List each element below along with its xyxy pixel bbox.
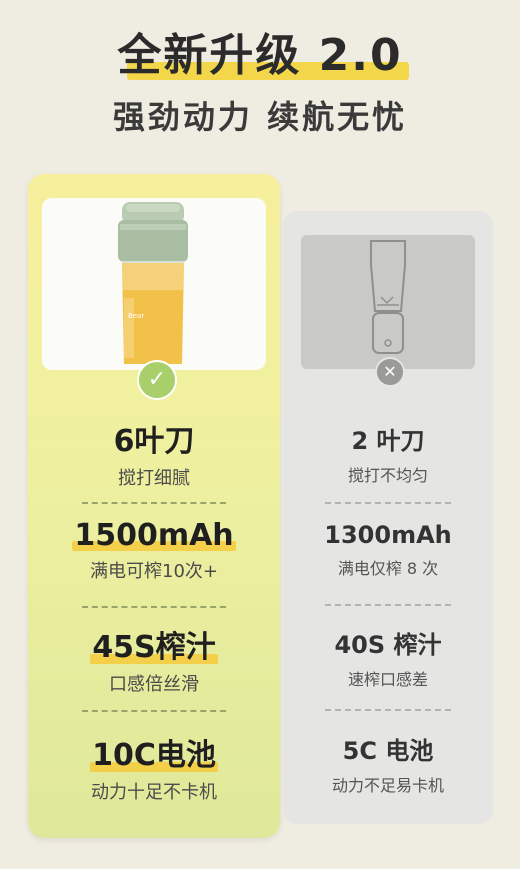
divider	[82, 502, 226, 504]
feature-sub: 速榨口感差	[347, 670, 428, 689]
feature-sub: 满电仅榨 8 次	[337, 559, 439, 578]
divider	[325, 604, 451, 606]
old-feature-blades: 2 叶刀 搅打不均匀	[283, 421, 493, 486]
page-subtitle: 强劲动力 续航无忧	[112, 98, 408, 136]
feature-sub: 口感倍丝滑	[109, 674, 199, 695]
feature-sub: 搅打细腻	[118, 468, 190, 489]
new-feature-battery-rate: 10C电池 动力十足不卡机	[28, 730, 280, 804]
old-blender-image	[301, 235, 475, 369]
new-blender-illustration: Bear	[42, 198, 266, 370]
feature-sub: 动力不足易卡机	[331, 776, 444, 795]
feature-sub: 动力十足不卡机	[91, 782, 217, 803]
page-title: 全新升级 2.0	[117, 28, 409, 84]
new-feature-blades: 6叶刀 搅打细腻	[28, 416, 280, 490]
new-feature-battery-capacity: 1500mAh 满电可榨10次+	[28, 518, 280, 583]
title-text: 全新升级 2.0	[117, 30, 403, 81]
old-blender-illustration	[301, 235, 475, 369]
feature-main: 5C 电池	[342, 737, 434, 765]
feature-main: 10C电池	[92, 738, 216, 773]
feature-main: 45S榨汁	[92, 630, 216, 665]
divider	[325, 709, 451, 711]
new-product-card: Bear ✓ 6叶刀 搅打细腻 1500mAh 满电可榨10次+ 45S榨汁 口…	[28, 174, 280, 838]
divider	[325, 502, 451, 504]
divider	[82, 606, 226, 608]
divider	[82, 710, 226, 712]
feature-main: 6叶刀	[113, 424, 195, 459]
feature-main: 1500mAh	[74, 518, 234, 553]
feature-main: 40S 榨汁	[334, 631, 442, 659]
new-blender-image: Bear	[42, 198, 266, 370]
check-icon: ✓	[137, 360, 177, 400]
feature-main: 2 叶刀	[351, 427, 425, 455]
new-feature-juice-time: 45S榨汁 口感倍丝滑	[28, 622, 280, 696]
feature-sub: 满电可榨10次+	[90, 561, 218, 582]
old-feature-battery-rate: 5C 电池 动力不足易卡机	[283, 731, 493, 796]
x-icon: ✕	[375, 357, 405, 387]
old-product-card: ✕ 2 叶刀 搅打不均匀 1300mAh 满电仅榨 8 次 40S 榨汁 速榨口…	[283, 211, 493, 824]
old-feature-juice-time: 40S 榨汁 速榨口感差	[283, 625, 493, 690]
feature-sub: 搅打不均匀	[347, 466, 428, 485]
svg-text:Bear: Bear	[128, 312, 144, 320]
old-feature-battery-capacity: 1300mAh 满电仅榨 8 次	[283, 521, 493, 579]
feature-main: 1300mAh	[324, 521, 452, 549]
